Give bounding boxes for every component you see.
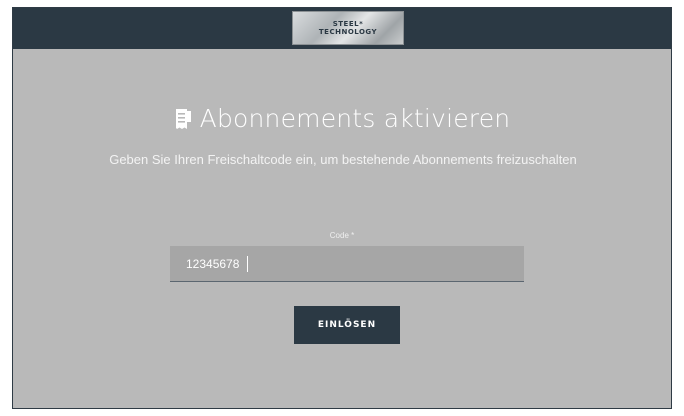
code-label: Code *: [329, 231, 355, 240]
receipt-icon: [174, 108, 192, 130]
code-input[interactable]: [170, 246, 524, 281]
activation-panel: Abonnements aktivieren Geben Sie Ihren F…: [13, 49, 671, 408]
logo-text-line2: TECHNOLOGY: [318, 28, 378, 36]
steel-technology-logo: STEEL* TECHNOLOGY: [292, 11, 404, 45]
app-frame: STEEL* TECHNOLOGY Abonnements aktivieren…: [12, 7, 672, 409]
page-title: Abonnements aktivieren: [199, 104, 511, 133]
logo-text-line1: STEEL*: [332, 20, 364, 28]
page-title-row: Abonnements aktivieren: [13, 104, 671, 133]
redeem-button[interactable]: EINLÖSEN: [294, 306, 400, 344]
code-field-wrapper: [170, 246, 524, 282]
text-caret: [247, 256, 248, 272]
instructions-text: Geben Sie Ihren Freischaltcode ein, um b…: [109, 152, 577, 167]
top-bar: STEEL* TECHNOLOGY: [13, 8, 671, 49]
